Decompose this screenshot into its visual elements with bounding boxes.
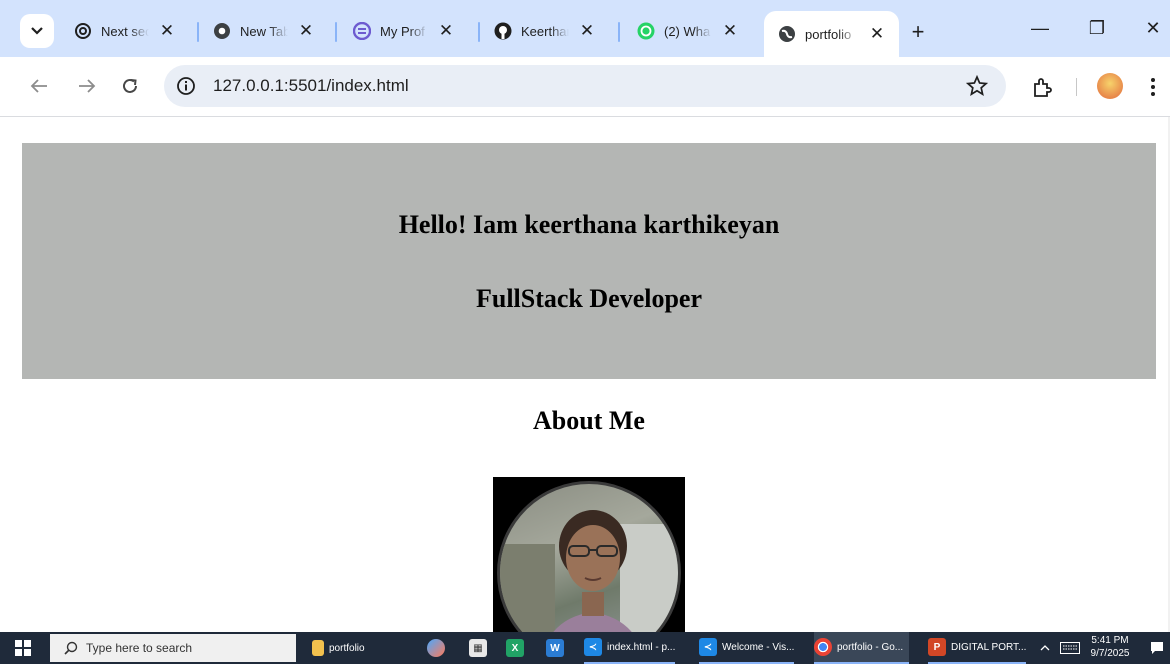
taskbar-item-powerpoint[interactable]: P DIGITAL PORT... [928, 632, 1027, 664]
vscode-icon: ≺ [699, 638, 717, 656]
chrome-icon [814, 638, 832, 656]
hero-greeting: Hello! Iam keerthana karthikeyan [398, 210, 780, 239]
calendar-icon: ▦ [469, 639, 487, 657]
profile-photo [493, 477, 685, 632]
tab-separator [478, 22, 480, 42]
chevron-down-icon [31, 27, 43, 35]
new-tab-button[interactable]: + [906, 19, 930, 45]
address-bar[interactable]: 127.0.0.1:5501/index.html [164, 65, 1006, 107]
taskbar-item-vscode-welcome[interactable]: ≺ Welcome - Vis... [699, 632, 795, 664]
browser-tab[interactable]: Next sec ✕ [74, 11, 175, 51]
hero-role: FullStack Developer [475, 284, 703, 313]
whatsapp-icon [637, 22, 655, 40]
extensions-icon[interactable] [1031, 77, 1053, 99]
url-text[interactable]: 127.0.0.1:5501/index.html [213, 76, 409, 96]
openai-icon [74, 22, 92, 40]
reload-button[interactable] [115, 71, 145, 101]
close-icon[interactable]: ✕ [869, 24, 885, 44]
reload-icon [123, 78, 137, 93]
taskbar-item-label: Welcome - Vis... [722, 641, 795, 653]
taskbar-item-label: index.html - p... [607, 641, 676, 653]
forward-button[interactable] [72, 71, 102, 101]
chrome-icon [213, 22, 231, 40]
about-heading: About Me [533, 406, 645, 435]
clock-time: 5:41 PM [1091, 635, 1129, 646]
tab-separator [335, 22, 337, 42]
copilot-icon [427, 639, 445, 657]
tab-title: (2) Wha [664, 23, 711, 39]
keyboard-tray-button[interactable] [1060, 632, 1080, 664]
taskbar-search-box[interactable]: Type here to search [50, 634, 296, 662]
notifications-button[interactable] [1150, 632, 1164, 664]
github-icon [494, 22, 512, 40]
profile-photo-circle [497, 481, 681, 632]
keyboard-icon [1060, 642, 1080, 654]
word-icon: W [546, 639, 564, 657]
close-icon[interactable]: ✕ [722, 21, 738, 41]
tab-separator [197, 22, 199, 42]
tab-separator [618, 22, 620, 42]
site-info-icon[interactable] [176, 76, 196, 96]
folder-icon [312, 640, 324, 656]
bookmark-star-icon[interactable] [966, 75, 988, 97]
taskbar-item-label: portfolio [329, 642, 365, 654]
browser-tab[interactable]: Keerthan ✕ [494, 11, 595, 51]
taskbar-calendar-button[interactable]: ▦ [469, 632, 492, 664]
notification-icon [1151, 642, 1163, 654]
browser-tab-strip: Next sec ✕ New Tab ✕ My Prof ✕ Keerthan … [0, 0, 1170, 57]
profile-avatar[interactable] [1097, 73, 1123, 99]
browser-tab[interactable]: (2) Wha ✕ [637, 11, 738, 51]
tab-search-button[interactable] [20, 14, 54, 48]
tab-title: My Prof [380, 23, 425, 39]
chevron-up-icon [1040, 645, 1050, 651]
arrow-left-icon [30, 79, 47, 93]
powerpoint-icon: P [928, 638, 946, 656]
taskbar-item-portfolio-folder[interactable]: portfolio [312, 632, 365, 664]
hero-banner: Hello! Iam keerthana karthikeyan FullSta… [22, 143, 1156, 379]
more-menu-icon[interactable] [1150, 77, 1156, 97]
close-window-button[interactable]: ✕ [1138, 18, 1168, 39]
taskbar-item-label: portfolio - Go... [837, 641, 904, 653]
close-icon[interactable]: ✕ [159, 21, 175, 41]
taskbar-word-button[interactable]: W [546, 632, 569, 664]
close-icon[interactable]: ✕ [298, 21, 314, 41]
person-portrait [500, 510, 678, 632]
tab-title: Next sec [101, 23, 149, 39]
start-button[interactable] [0, 632, 46, 664]
taskbar-copilot-button[interactable] [427, 632, 450, 664]
taskbar-excel-button[interactable]: X [506, 632, 529, 664]
taskbar-item-label: DIGITAL PORT... [951, 641, 1027, 653]
windows-logo-icon [15, 640, 31, 656]
taskbar-item-chrome[interactable]: portfolio - Go... [814, 632, 910, 664]
profile-app-icon [353, 22, 371, 40]
maximize-button[interactable]: ❐ [1082, 18, 1112, 39]
search-icon [64, 641, 78, 655]
browser-tab[interactable]: New Tab ✕ [213, 11, 314, 51]
tray-overflow-button[interactable] [1040, 632, 1050, 664]
close-icon[interactable]: ✕ [579, 21, 595, 41]
globe-icon [778, 25, 796, 43]
close-icon[interactable]: ✕ [438, 21, 454, 41]
taskbar-clock[interactable]: 5:41 PM 9/7/2025 [1087, 634, 1133, 660]
tab-title: Keerthan [521, 23, 569, 39]
toolbar-divider [1076, 78, 1077, 96]
search-placeholder: Type here to search [86, 641, 193, 655]
vscode-icon: ≺ [584, 638, 602, 656]
tab-title: New Tab [240, 23, 288, 39]
taskbar-item-vscode-index[interactable]: ≺ index.html - p... [584, 632, 676, 664]
minimize-button[interactable]: — [1025, 18, 1055, 39]
tab-title: portfolio [805, 26, 852, 42]
arrow-right-icon [79, 79, 96, 93]
clock-date: 9/7/2025 [1090, 648, 1130, 659]
back-button[interactable] [24, 71, 54, 101]
browser-tab[interactable]: My Prof ✕ [353, 11, 454, 51]
browser-toolbar: 127.0.0.1:5501/index.html [0, 57, 1170, 117]
windows-taskbar: Type here to search portfolio ▦ X W ≺ in… [0, 632, 1170, 664]
excel-icon: X [506, 639, 524, 657]
browser-tab-active[interactable]: portfolio ✕ [764, 11, 899, 57]
